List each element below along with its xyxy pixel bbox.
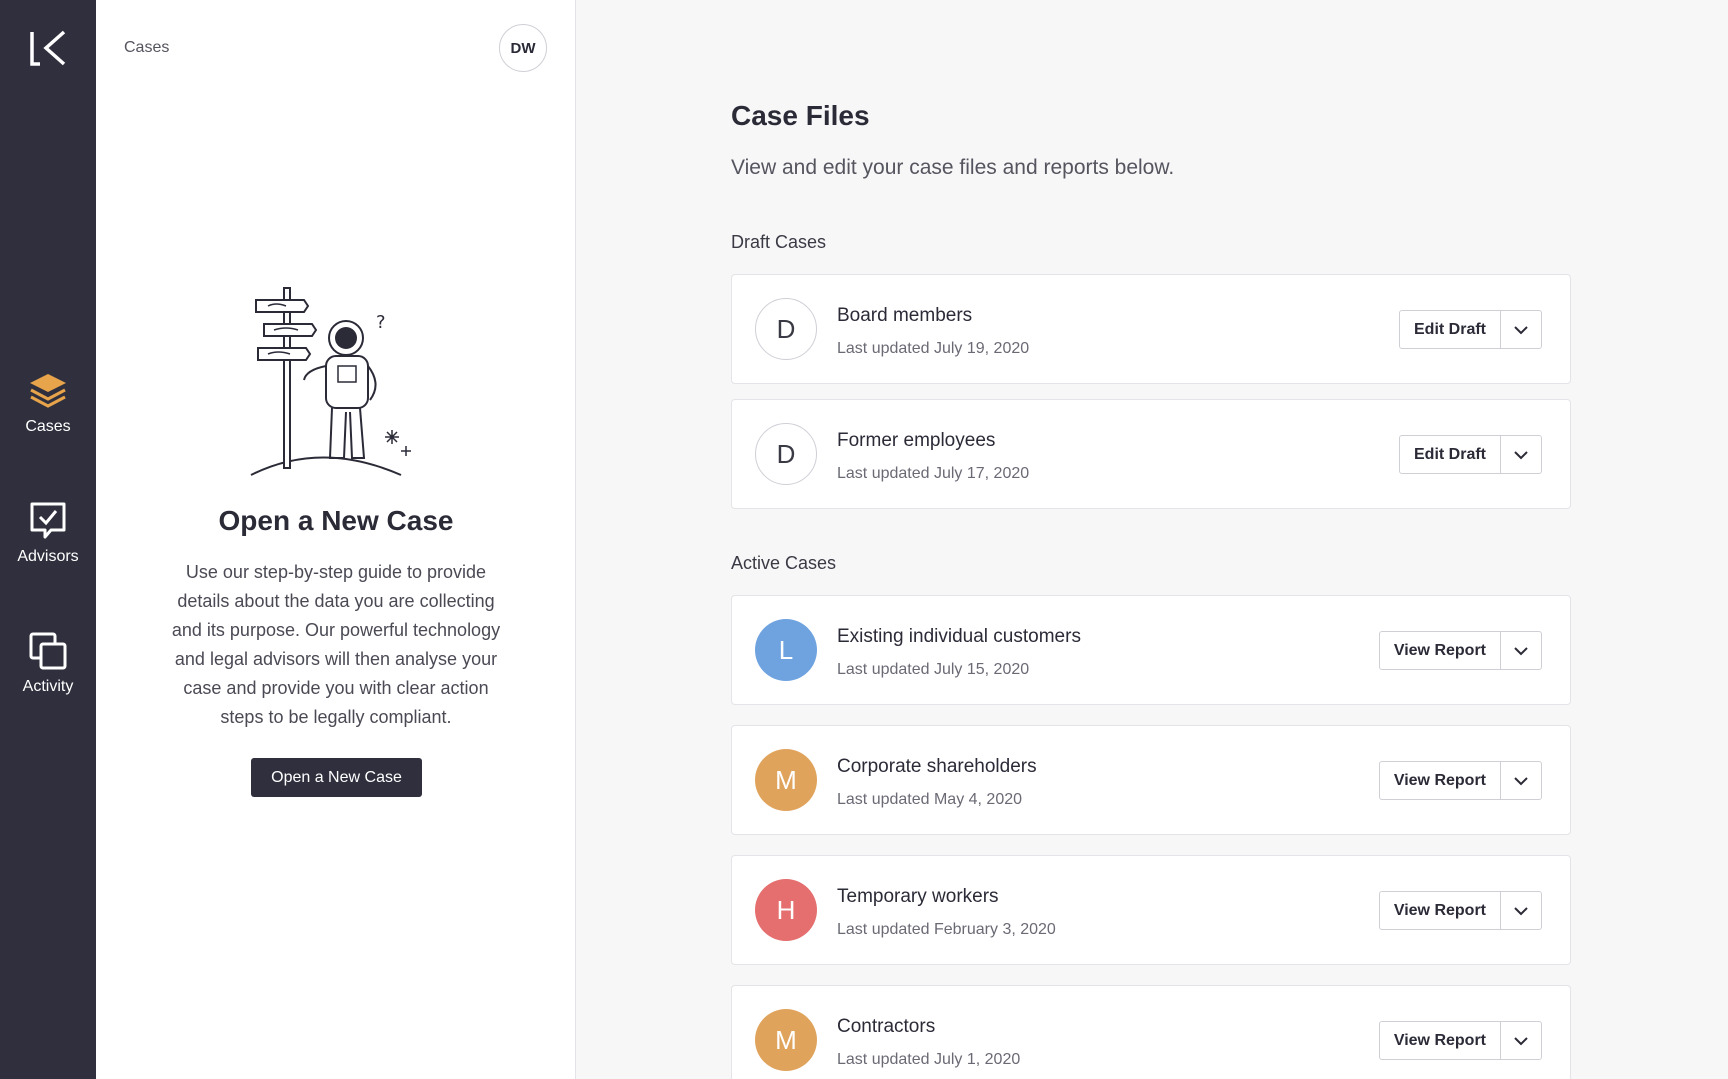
- edit-draft-button[interactable]: Edit Draft: [1400, 311, 1501, 348]
- nav-cases-label: Cases: [25, 418, 71, 435]
- case-action-group: Edit Draft: [1399, 310, 1542, 349]
- view-report-button[interactable]: View Report: [1380, 762, 1501, 799]
- svg-text:?: ?: [376, 312, 386, 333]
- view-report-button[interactable]: View Report: [1380, 1022, 1501, 1059]
- case-card[interactable]: L Existing individual customers Last upd…: [731, 595, 1571, 705]
- case-updated: Last updated May 4, 2020: [837, 791, 1023, 808]
- case-updated: Last updated July 15, 2020: [837, 661, 1030, 678]
- case-initial-avatar: M: [755, 749, 817, 811]
- new-case-panel: Cases DW ? Open a New Case Use our step-…: [96, 0, 576, 1079]
- chevron-down-icon[interactable]: [1501, 1022, 1541, 1059]
- copy-squares-icon: [29, 632, 67, 670]
- case-card[interactable]: H Temporary workers Last updated Februar…: [731, 855, 1571, 965]
- panel-title: Open a New Case: [218, 505, 454, 536]
- breadcrumb[interactable]: Cases: [124, 39, 169, 57]
- logo-icon[interactable]: [28, 28, 68, 68]
- chevron-down-icon[interactable]: [1501, 892, 1541, 929]
- case-updated: Last updated July 19, 2020: [837, 340, 1030, 357]
- case-initial-avatar: D: [755, 423, 817, 485]
- view-report-button[interactable]: View Report: [1380, 632, 1501, 669]
- user-avatar[interactable]: DW: [499, 24, 547, 72]
- case-card[interactable]: D Board members Last updated July 19, 20…: [731, 274, 1571, 384]
- chevron-down-icon[interactable]: [1501, 762, 1541, 799]
- nav-rail: Cases Advisors Activity: [0, 0, 96, 1079]
- case-name: Board members: [837, 305, 973, 326]
- case-name: Contractors: [837, 1016, 936, 1037]
- active-cases-heading: Active Cases: [731, 553, 837, 573]
- case-name: Existing individual customers: [837, 626, 1081, 647]
- case-initial-avatar: M: [755, 1009, 817, 1071]
- layers-icon: [30, 374, 66, 408]
- case-updated: Last updated July 1, 2020: [837, 1051, 1021, 1068]
- page-title: Case Files: [731, 100, 870, 131]
- case-action-group: View Report: [1378, 631, 1542, 670]
- chevron-down-icon[interactable]: [1501, 632, 1541, 669]
- page-subtitle: View and edit your case files and report…: [731, 156, 1175, 179]
- case-initial-avatar: L: [755, 619, 817, 681]
- case-action-group: View Report: [1378, 891, 1542, 930]
- nav-advisors-label: Advisors: [17, 548, 79, 565]
- draft-cases-heading: Draft Cases: [731, 232, 827, 252]
- case-action-group: View Report: [1378, 1021, 1542, 1060]
- case-name: Temporary workers: [837, 886, 999, 907]
- view-report-button[interactable]: View Report: [1380, 892, 1501, 929]
- case-action-group: Edit Draft: [1399, 435, 1542, 474]
- astronaut-signpost-illustration: ?: [250, 287, 411, 476]
- nav-cases[interactable]: Cases: [0, 370, 96, 436]
- edit-draft-button[interactable]: Edit Draft: [1400, 436, 1501, 473]
- nav-advisors[interactable]: Advisors: [0, 500, 96, 566]
- panel-description: Use our step-by-step guide to provide de…: [171, 562, 501, 727]
- chat-check-icon: [30, 502, 66, 539]
- case-initial-avatar: H: [755, 879, 817, 941]
- case-card[interactable]: M Corporate shareholders Last updated Ma…: [731, 725, 1571, 835]
- open-new-case-button[interactable]: Open a New Case: [251, 758, 422, 797]
- chevron-down-icon[interactable]: [1501, 436, 1541, 473]
- chevron-down-icon[interactable]: [1501, 311, 1541, 348]
- case-updated: Last updated February 3, 2020: [837, 921, 1056, 938]
- case-files-main: Case Files View and edit your case files…: [577, 0, 1728, 1079]
- case-card[interactable]: D Former employees Last updated July 17,…: [731, 399, 1571, 509]
- case-card[interactable]: M Contractors Last updated July 1, 2020 …: [731, 985, 1571, 1079]
- case-name: Corporate shareholders: [837, 756, 1037, 777]
- case-action-group: View Report: [1378, 761, 1542, 800]
- nav-activity[interactable]: Activity: [0, 630, 96, 696]
- nav-activity-label: Activity: [22, 678, 74, 695]
- case-updated: Last updated July 17, 2020: [837, 465, 1030, 482]
- case-initial-avatar: D: [755, 298, 817, 360]
- case-name: Former employees: [837, 430, 996, 451]
